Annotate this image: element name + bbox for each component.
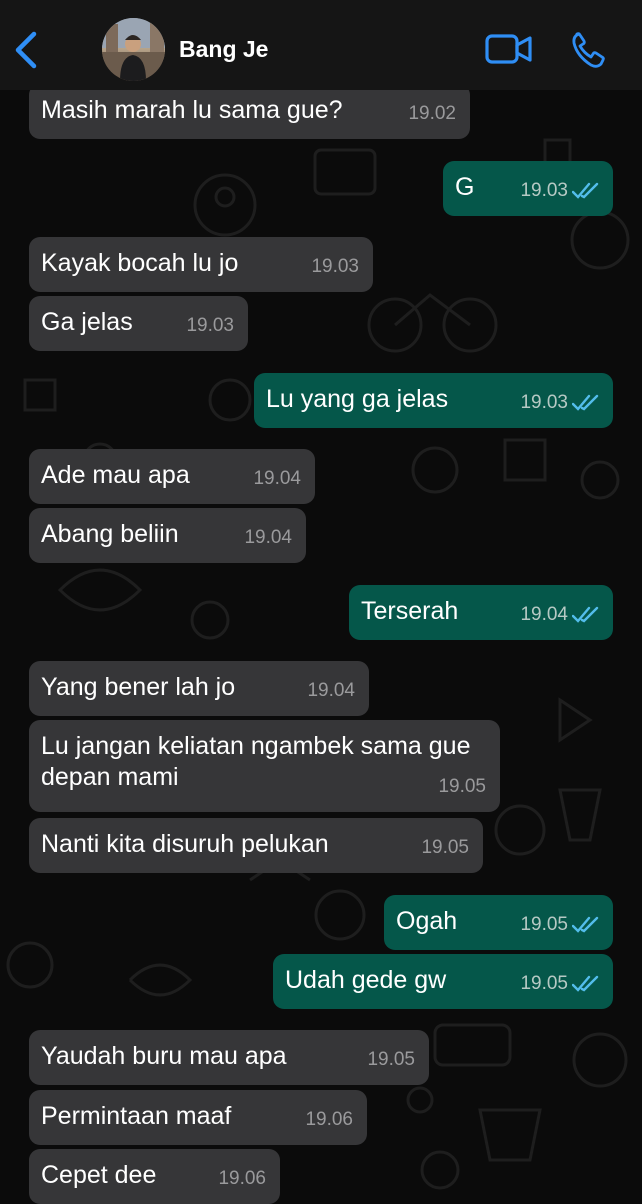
message-text: Lu yang ga jelas — [266, 385, 449, 413]
message-time: 19.04 — [244, 527, 292, 548]
message-bubble[interactable]: Lu jangan keliatan ngambek sama gue depa… — [29, 720, 500, 812]
message-text: Abang beliin — [41, 520, 179, 548]
message-bubble[interactable]: Terserah 19.04 — [349, 585, 613, 640]
message-bubble[interactable]: Udah gede gw 19.05 — [273, 954, 613, 1009]
message-bubble[interactable]: Yaudah buru mau apa 19.05 — [29, 1030, 429, 1085]
phone-icon[interactable] — [570, 30, 610, 70]
message-text: Cepet dee — [41, 1161, 157, 1189]
message-text: Lu jangan keliatan ngambek sama gue depa… — [41, 732, 471, 791]
avatar-photo — [102, 18, 165, 81]
message-bubble[interactable]: Kayak bocah lu jo 19.03 — [29, 237, 373, 292]
message-text: Masih marah lu sama gue? — [41, 96, 343, 124]
message-bubble[interactable]: Masih marah lu sama gue? 19.02 — [29, 84, 470, 139]
message-time: 19.05 — [438, 776, 486, 797]
message-time: 19.05 — [520, 973, 568, 994]
double-check-icon — [572, 606, 599, 623]
message-time: 19.04 — [520, 604, 568, 625]
message-time: 19.03 — [520, 180, 568, 201]
message-text: Kayak bocah lu jo — [41, 249, 239, 277]
video-call-icon[interactable] — [485, 32, 533, 66]
message-text: Ga jelas — [41, 308, 133, 336]
chevron-left-icon[interactable] — [10, 28, 44, 72]
avatar[interactable] — [102, 18, 165, 81]
message-text: Terserah — [361, 597, 459, 625]
message-bubble[interactable]: Ogah 19.05 — [384, 895, 613, 950]
message-text: Ade mau apa — [41, 461, 190, 489]
double-check-icon — [572, 394, 599, 411]
message-time: 19.05 — [520, 914, 568, 935]
message-bubble[interactable]: Yang bener lah jo 19.04 — [29, 661, 369, 716]
message-time: 19.06 — [305, 1109, 353, 1130]
message-time: 19.04 — [307, 680, 355, 701]
message-text: Yang bener lah jo — [41, 673, 236, 701]
message-time: 19.03 — [520, 392, 568, 413]
message-time: 19.06 — [218, 1168, 266, 1189]
message-text: Nanti kita disuruh pelukan — [41, 830, 329, 858]
message-bubble[interactable]: G 19.03 — [443, 161, 613, 216]
message-text: Ogah — [396, 907, 458, 935]
message-text: Permintaan maaf — [41, 1102, 232, 1130]
message-time: 19.05 — [421, 837, 469, 858]
message-bubble[interactable]: Lu yang ga jelas 19.03 — [254, 373, 613, 428]
message-time: 19.02 — [408, 103, 456, 124]
message-time: 19.03 — [186, 315, 234, 336]
message-time: 19.04 — [253, 468, 301, 489]
message-text: Yaudah buru mau apa — [41, 1042, 287, 1070]
message-text: Udah gede gw — [285, 966, 447, 994]
contact-name[interactable]: Bang Je — [179, 36, 268, 63]
message-bubble[interactable]: Ade mau apa 19.04 — [29, 449, 315, 504]
message-list: Masih marah lu sama gue? 19.02 G 19.03 K… — [0, 0, 642, 1204]
message-text: G — [455, 173, 475, 201]
message-bubble[interactable]: Nanti kita disuruh pelukan 19.05 — [29, 818, 483, 873]
double-check-icon — [572, 975, 599, 992]
message-bubble[interactable]: Cepet dee 19.06 — [29, 1149, 280, 1204]
chat-header: Bang Je — [0, 0, 642, 90]
double-check-icon — [572, 916, 599, 933]
double-check-icon — [572, 182, 599, 199]
message-bubble[interactable]: Ga jelas 19.03 — [29, 296, 248, 351]
message-bubble[interactable]: Permintaan maaf 19.06 — [29, 1090, 367, 1145]
message-bubble[interactable]: Abang beliin 19.04 — [29, 508, 306, 563]
message-time: 19.03 — [311, 256, 359, 277]
message-time: 19.05 — [367, 1049, 415, 1070]
